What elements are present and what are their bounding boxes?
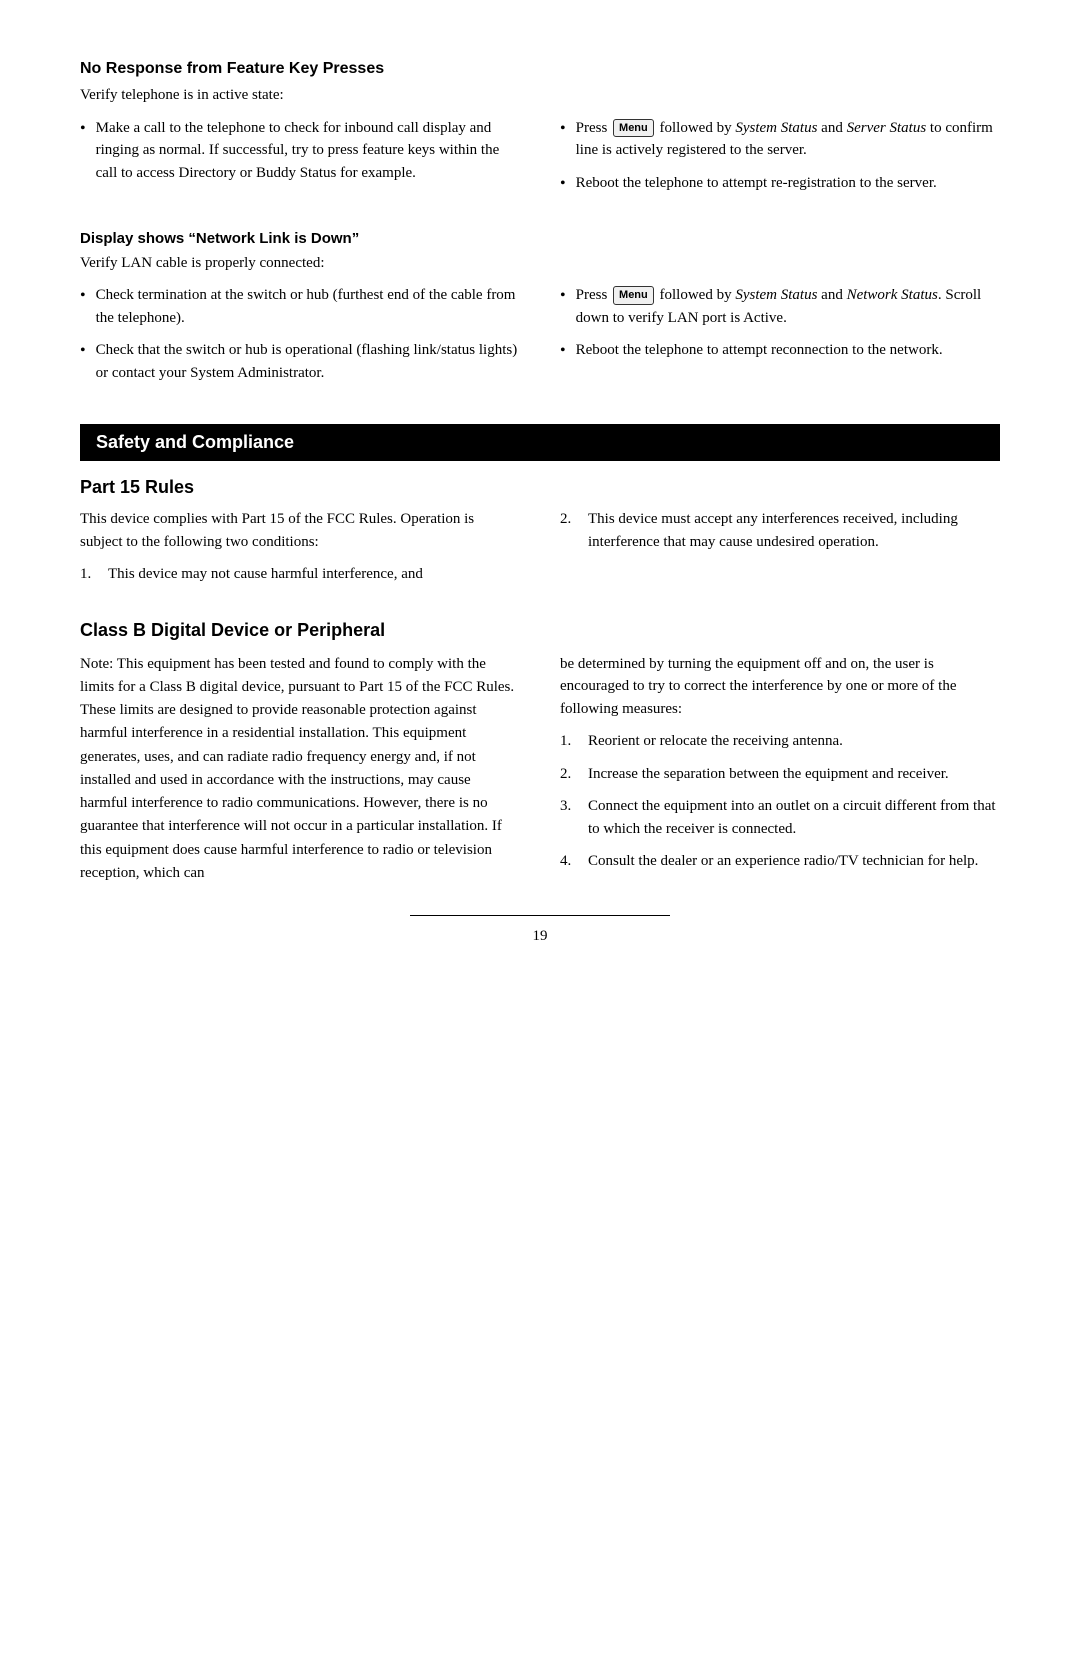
classb-right: be determined by turning the equipment o… <box>560 653 1000 886</box>
list-item: Connect the equipment into an outlet on … <box>560 795 1000 840</box>
part15-heading: Part 15 Rules <box>80 477 1000 498</box>
list-item: This device may not cause harmful interf… <box>80 563 520 586</box>
list-item: Make a call to the telephone to check fo… <box>80 117 520 185</box>
part15-columns: This device complies with Part 15 of the… <box>80 508 1000 596</box>
part15-left-list: This device may not cause harmful interf… <box>80 563 520 586</box>
list-item: Check termination at the switch or hub (… <box>80 284 520 329</box>
menu-key: Menu <box>613 119 654 138</box>
no-response-left-list: Make a call to the telephone to check fo… <box>80 117 520 185</box>
safety-banner-label: Safety and Compliance <box>96 432 294 452</box>
classb-columns: Note: This equipment has been tested and… <box>80 653 1000 886</box>
display-right-list: Press Menu followed by System Status and… <box>560 284 1000 363</box>
list-item: Reorient or relocate the receiving anten… <box>560 730 1000 753</box>
part15-intro: This device complies with Part 15 of the… <box>80 508 520 553</box>
list-item: Reboot the telephone to attempt reconnec… <box>560 339 1000 363</box>
no-response-heading: No Response from Feature Key Presses <box>80 60 1000 78</box>
display-left-list: Check termination at the switch or hub (… <box>80 284 520 384</box>
list-item: Press Menu followed by System Status and… <box>560 117 1000 162</box>
classb-right-intro: be determined by turning the equipment o… <box>560 653 1000 721</box>
safety-banner: Safety and Compliance <box>80 424 1000 461</box>
press-label: Press <box>576 120 611 136</box>
classb-left: Note: This equipment has been tested and… <box>80 653 520 886</box>
no-response-left: Make a call to the telephone to check fo… <box>80 117 520 206</box>
list-item: Reboot the telephone to attempt re-regis… <box>560 172 1000 196</box>
classb-left-text: Note: This equipment has been tested and… <box>80 653 520 886</box>
display-right: Press Menu followed by System Status and… <box>560 284 1000 394</box>
classb-heading: Class B Digital Device or Peripheral <box>80 620 1000 641</box>
no-response-right-list: Press Menu followed by System Status and… <box>560 117 1000 196</box>
press-label-2: Press <box>576 287 611 303</box>
classb-section: Class B Digital Device or Peripheral Not… <box>80 620 1000 886</box>
page-divider <box>410 915 670 916</box>
classb-right-list: Reorient or relocate the receiving anten… <box>560 730 1000 873</box>
display-heading: Display shows “Network Link is Down” <box>80 230 1000 247</box>
no-response-intro: Verify telephone is in active state: <box>80 84 1000 107</box>
part15-section: Part 15 Rules This device complies with … <box>80 477 1000 596</box>
list-item: Press Menu followed by System Status and… <box>560 284 1000 329</box>
page-number: 19 <box>80 928 1000 945</box>
list-item: This device must accept any interference… <box>560 508 1000 553</box>
display-columns: Check termination at the switch or hub (… <box>80 284 1000 394</box>
list-item: Consult the dealer or an experience radi… <box>560 850 1000 873</box>
list-item: Increase the separation between the equi… <box>560 763 1000 786</box>
menu-key-2: Menu <box>613 286 654 305</box>
display-left: Check termination at the switch or hub (… <box>80 284 520 394</box>
part15-right: This device must accept any interference… <box>560 508 1000 596</box>
no-response-right: Press Menu followed by System Status and… <box>560 117 1000 206</box>
display-section: Display shows “Network Link is Down” Ver… <box>80 230 1000 395</box>
display-intro: Verify LAN cable is properly connected: <box>80 252 1000 275</box>
part15-right-list: This device must accept any interference… <box>560 508 1000 553</box>
no-response-columns: Make a call to the telephone to check fo… <box>80 117 1000 206</box>
part15-left: This device complies with Part 15 of the… <box>80 508 520 596</box>
no-response-section: No Response from Feature Key Presses Ver… <box>80 60 1000 206</box>
list-item: Check that the switch or hub is operatio… <box>80 339 520 384</box>
